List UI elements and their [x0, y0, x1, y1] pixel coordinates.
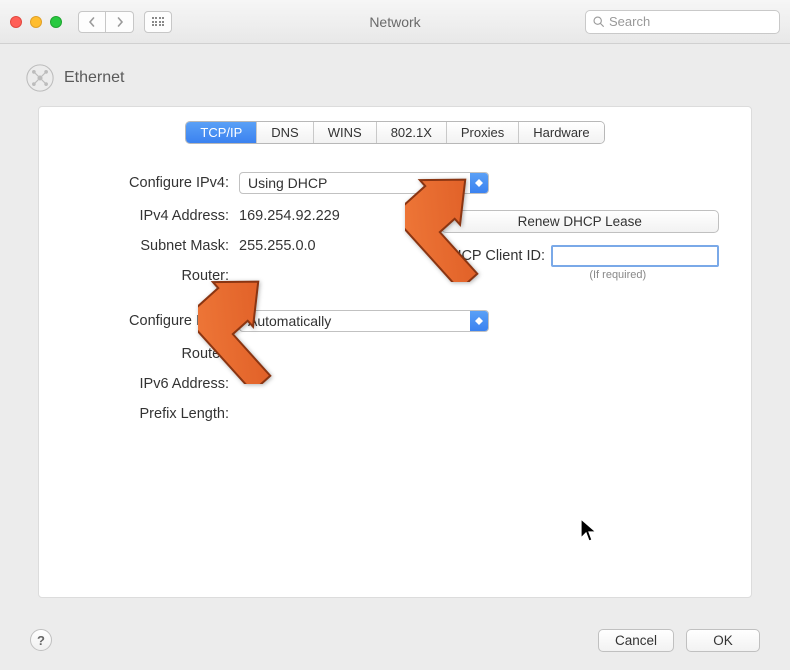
tab-tcpip[interactable]: TCP/IP [186, 122, 257, 143]
search-input[interactable]: Search [585, 10, 780, 34]
configure-ipv6-label: Configure IPv6: [69, 313, 239, 329]
router6-label: Router: [69, 346, 239, 362]
ok-button[interactable]: OK [686, 629, 760, 652]
dhcp-side-controls: Renew DHCP Lease DHCP Client ID: (If req… [441, 210, 719, 281]
titlebar: Network Search [0, 0, 790, 44]
tab-hardware[interactable]: Hardware [519, 122, 603, 143]
router-label: Router: [69, 268, 239, 284]
back-button[interactable] [78, 11, 106, 33]
dhcp-client-id-label: DHCP Client ID: [441, 248, 545, 264]
tab-proxies[interactable]: Proxies [447, 122, 519, 143]
show-all-button[interactable] [144, 11, 172, 33]
subnet-mask-value: 255.255.0.0 [239, 238, 316, 254]
ipv6-address-label: IPv6 Address: [69, 376, 239, 392]
settings-panel: TCP/IPDNSWINS802.1XProxiesHardware Confi… [38, 106, 752, 598]
tab-8021x[interactable]: 802.1X [377, 122, 447, 143]
grid-icon [152, 17, 165, 26]
configure-ipv6-select[interactable]: Automatically [239, 310, 489, 332]
dropdown-stepper-icon [470, 173, 488, 193]
window-controls [10, 16, 62, 28]
configure-ipv6-value: Automatically [248, 313, 331, 329]
connection-header: Ethernet [0, 44, 790, 108]
chevron-left-icon [87, 17, 97, 27]
search-placeholder: Search [609, 14, 650, 29]
renew-dhcp-button[interactable]: Renew DHCP Lease [441, 210, 719, 233]
forward-button[interactable] [106, 11, 134, 33]
tab-wins[interactable]: WINS [314, 122, 377, 143]
zoom-window-button[interactable] [50, 16, 62, 28]
configure-ipv4-value: Using DHCP [248, 175, 327, 191]
cancel-button[interactable]: Cancel [598, 629, 674, 652]
tab-bar: TCP/IPDNSWINS802.1XProxiesHardware [39, 121, 751, 144]
form-area: Configure IPv4: Using DHCP IPv4 Address:… [39, 172, 751, 422]
footer: ? Cancel OK [0, 610, 790, 670]
help-button[interactable]: ? [30, 629, 52, 651]
network-settings-window: Network Search Ethernet [0, 0, 790, 670]
tab-dns[interactable]: DNS [257, 122, 313, 143]
dhcp-client-id-input[interactable] [551, 245, 719, 267]
search-icon [592, 15, 605, 28]
dhcp-client-id-hint: (If required) [517, 269, 719, 281]
dropdown-stepper-icon [470, 311, 488, 331]
ipv4-address-value: 169.254.92.229 [239, 208, 340, 224]
prefix-length-label: Prefix Length: [69, 406, 239, 422]
configure-ipv4-select[interactable]: Using DHCP [239, 172, 489, 194]
subnet-mask-label: Subnet Mask: [69, 238, 239, 254]
connection-name: Ethernet [64, 69, 124, 87]
ipv4-address-label: IPv4 Address: [69, 208, 239, 224]
ethernet-icon [24, 62, 56, 94]
configure-ipv4-label: Configure IPv4: [69, 175, 239, 191]
close-window-button[interactable] [10, 16, 22, 28]
minimize-window-button[interactable] [30, 16, 42, 28]
chevron-right-icon [115, 17, 125, 27]
nav-buttons [78, 11, 134, 33]
